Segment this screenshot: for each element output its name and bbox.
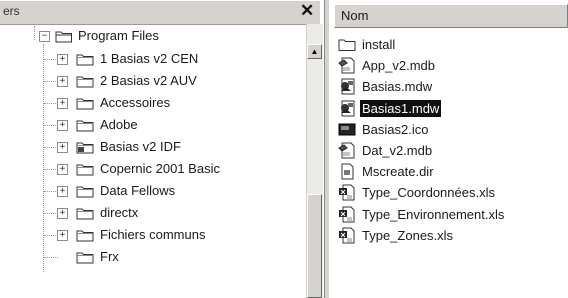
access-database-icon — [338, 142, 356, 159]
access-database-icon — [338, 57, 356, 74]
tree-item[interactable]: + Accessoires — [0, 92, 300, 114]
folder-icon — [338, 36, 356, 53]
close-icon[interactable]: ✕ — [300, 1, 314, 21]
expand-icon[interactable]: + — [57, 76, 68, 87]
file-name: Type_Zones.xls — [362, 227, 454, 243]
folder-icon — [76, 119, 94, 132]
tree-item-label: Program Files — [78, 28, 159, 43]
file-list-item[interactable]: Type_Coordonnées.xls — [338, 182, 564, 203]
expand-icon[interactable]: + — [57, 208, 68, 219]
tree-item-label: directx — [100, 205, 139, 220]
tree-branch-line — [44, 213, 58, 214]
expand-icon[interactable]: + — [57, 164, 68, 175]
file-name: Mscreate.dir — [362, 164, 434, 180]
column-header-name[interactable]: Nom — [334, 4, 568, 28]
folder-icon — [76, 207, 94, 220]
tree-item-label: Accessoires — [100, 95, 171, 110]
file-list-pane: Nom install App_v2.mdb Basias.mdw Basias1.m… — [330, 0, 568, 298]
workgroup-file-icon — [338, 78, 356, 95]
file-name: Type_Environnement.xls — [362, 206, 505, 222]
folder-open-icon — [55, 30, 73, 43]
tree-item[interactable]: +2 Basias v2 AUV — [0, 70, 300, 92]
tree-item-label: Adobe — [100, 117, 138, 132]
tree-branch-line — [44, 147, 58, 148]
folder-tree: − Program Files +1 Basias v2 CEN +2 Basia… — [0, 26, 306, 298]
tree-item[interactable]: + Data Fellows — [0, 180, 300, 202]
column-header-label: Nom — [341, 8, 369, 23]
folders-pane: ers ✕ − Program Files +1 Basias v2 CEN +2… — [0, 0, 324, 298]
folder-icon — [76, 163, 94, 176]
tree-branch-line — [44, 257, 58, 258]
collapse-icon[interactable]: − — [39, 31, 50, 42]
expand-icon[interactable]: + — [57, 186, 68, 197]
folder-icon — [76, 251, 94, 264]
tree-item[interactable]: Frx — [0, 246, 300, 268]
tree-item-label: 1 Basias v2 CEN — [100, 51, 199, 66]
tree-item[interactable]: + Adobe — [0, 114, 300, 136]
workgroup-file-icon — [338, 100, 356, 117]
tree-item-label: 2 Basias v2 AUV — [100, 73, 197, 88]
file-name: Basias.mdw — [362, 79, 433, 95]
file-list-item[interactable]: App_v2.mdb — [338, 55, 564, 76]
file-name: Basias2.ico — [362, 121, 429, 137]
tree-branch-line — [44, 169, 58, 170]
expand-icon[interactable]: + — [57, 54, 68, 65]
file-list-item[interactable]: install — [338, 34, 564, 55]
tree-item-program-files[interactable]: − Program Files — [0, 26, 300, 48]
scroll-thumb[interactable] — [307, 194, 322, 298]
tree-item-label: Frx — [100, 249, 119, 264]
tree-item-label: Copernic 2001 Basic — [100, 161, 220, 176]
folders-pane-title: ers — [3, 4, 20, 18]
file-list-item[interactable]: Dat_v2.mdb — [338, 140, 564, 161]
excel-file-icon — [338, 227, 356, 244]
file-list-item[interactable]: Basias.mdw — [338, 76, 564, 97]
folder-tree-scrollbar[interactable]: ▲ — [306, 24, 323, 298]
folder-icon — [76, 75, 94, 88]
tree-item-label: Data Fellows — [100, 183, 176, 198]
expand-icon[interactable]: + — [57, 98, 68, 109]
file-name: Dat_v2.mdb — [362, 143, 433, 158]
tree-branch-line — [44, 125, 58, 126]
tree-item[interactable]: + Basias v2 IDF — [0, 136, 300, 158]
file-list-item[interactable]: Type_Environnement.xls — [338, 204, 564, 225]
tree-branch-line — [44, 103, 58, 104]
file-name: Basias1.mdw — [360, 99, 442, 117]
file-list-item[interactable]: Mscreate.dir — [338, 161, 564, 182]
excel-file-icon — [338, 184, 356, 201]
folder-icon — [76, 141, 94, 154]
file-list-item[interactable]: Basias1.mdw — [338, 98, 564, 119]
folder-icon — [76, 185, 94, 198]
folders-pane-header: ers ✕ — [0, 0, 320, 25]
file-name: App_v2.mdb — [362, 58, 435, 74]
file-name: Type_Coordonnées.xls — [362, 185, 495, 201]
excel-file-icon — [338, 206, 356, 223]
expand-icon[interactable]: + — [57, 142, 68, 153]
folder-icon — [76, 229, 94, 242]
file-name: install — [362, 37, 396, 52]
tree-item-label: Fichiers communs — [100, 227, 206, 242]
tree-branch-line — [44, 191, 58, 192]
tree-item[interactable]: + Fichiers communs — [0, 224, 300, 246]
tree-item[interactable]: + Copernic 2001 Basic — [0, 158, 300, 180]
file-list-item[interactable]: Basias2.ico — [338, 119, 564, 140]
expand-icon[interactable]: + — [57, 230, 68, 241]
tree-branch-line — [44, 235, 58, 236]
tree-item-label: Basias v2 IDF — [100, 139, 181, 154]
folder-icon — [76, 53, 94, 66]
folder-icon — [76, 97, 94, 110]
tree-item[interactable]: + directx — [0, 202, 300, 224]
icon-file-icon — [338, 121, 356, 138]
tree-branch-line — [44, 81, 58, 82]
scroll-up-arrow-icon[interactable]: ▲ — [307, 44, 322, 59]
generic-file-icon — [338, 163, 356, 180]
tree-branch-line — [44, 59, 58, 60]
file-list-item[interactable]: Type_Zones.xls — [338, 225, 564, 246]
expand-icon[interactable]: + — [57, 120, 68, 131]
tree-item[interactable]: +1 Basias v2 CEN — [0, 48, 300, 70]
